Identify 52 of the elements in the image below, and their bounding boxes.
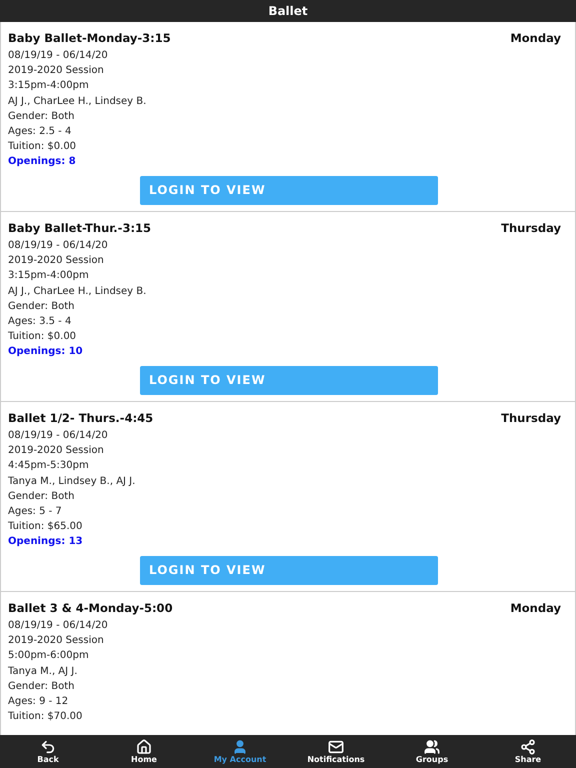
envelope-icon: [328, 739, 344, 755]
class-detail: Tuition: $0.00: [8, 330, 78, 344]
share-icon: [520, 739, 536, 755]
tab[interactable]: My Account: [192, 735, 288, 768]
class-detail: Ages: 2.5 - 4: [8, 125, 72, 140]
class-detail: AJ J., CharLee H., Lindsey B.: [8, 94, 148, 109]
class-detail: AJ J., CharLee H., Lindsey B.: [8, 284, 148, 299]
class-detail: Ages: 3.5 - 4: [8, 315, 72, 330]
class-detail: Gender: Both: [8, 490, 76, 504]
tab[interactable]: Share: [480, 735, 576, 768]
class-name: Baby Ballet-Thur.-3:15: [8, 220, 152, 236]
class-detail: 08/19/19 - 06/14/20: [8, 239, 109, 253]
openings-count: Openings: 8: [8, 155, 77, 170]
class-name: Ballet 3 & 4-Monday-5:00: [8, 600, 173, 616]
openings-count: Openings: 13: [8, 535, 84, 550]
class-detail: 3:15pm-4:00pm: [8, 79, 90, 94]
class-detail: Tuition: $65.00: [8, 520, 84, 534]
class-detail: Gender: Both: [8, 110, 76, 124]
class-detail: 2019-2020 Session: [8, 254, 105, 268]
tab[interactable]: Home: [96, 735, 192, 768]
class-day: Monday: [510, 600, 561, 616]
people-icon: [424, 739, 440, 755]
class-detail: Ages: 5 - 7: [8, 505, 63, 520]
back-icon: [40, 739, 56, 755]
person-icon: [232, 739, 248, 755]
class-detail: Tanya M., AJ J.: [8, 664, 78, 679]
class-detail: 08/19/19 - 06/14/20: [8, 619, 109, 633]
class-detail: 2019-2020 Session: [8, 634, 105, 648]
class-detail: Tuition: $0.00: [8, 140, 78, 154]
tab[interactable]: Groups: [384, 735, 480, 768]
class-detail: 08/19/19 - 06/14/20: [8, 49, 109, 63]
home-icon: [136, 739, 152, 755]
class-detail: 2019-2020 Session: [8, 444, 105, 458]
class-detail: Ages: 9 - 12: [8, 695, 70, 710]
class-detail: 08/19/19 - 06/14/20: [8, 429, 109, 443]
class-detail: 4:45pm-5:30pm: [8, 459, 90, 474]
class-detail: Tanya M., Lindsey B., AJ J.: [8, 474, 136, 489]
class-detail: Gender: Both: [8, 300, 76, 314]
class-day: Thursday: [501, 220, 561, 236]
class-day: Thursday: [501, 410, 561, 426]
class-detail: 3:15pm-4:00pm: [8, 269, 90, 284]
class-day: Monday: [510, 30, 561, 46]
class-detail: Gender: Both: [8, 680, 76, 694]
class-name: Baby Ballet-Monday-3:15: [8, 30, 171, 46]
screen-title: Ballet: [0, 0, 576, 22]
openings-count: Openings: 10: [8, 345, 84, 360]
class-detail: 2019-2020 Session: [8, 64, 105, 78]
class-name: Ballet 1/2- Thurs.-4:45: [8, 410, 154, 426]
class-detail: 5:00pm-6:00pm: [8, 649, 90, 664]
tab[interactable]: Back: [0, 735, 96, 768]
tab[interactable]: Notifications: [288, 735, 384, 768]
class-detail: Tuition: $70.00: [8, 710, 84, 724]
